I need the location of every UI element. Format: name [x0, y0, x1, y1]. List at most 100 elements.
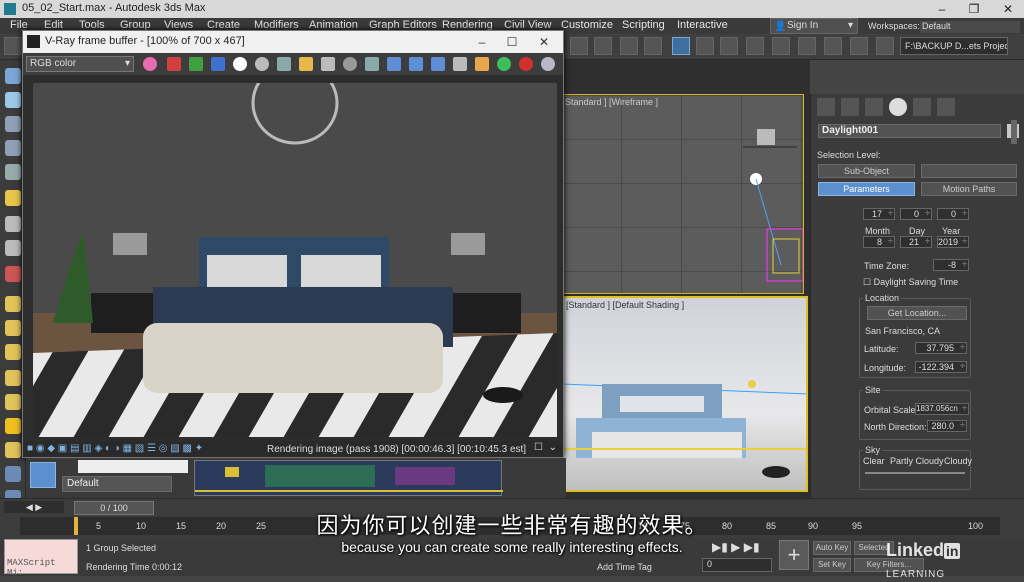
undo-icon[interactable]	[4, 37, 22, 55]
vray-maximize-button[interactable]: ☐	[497, 33, 527, 51]
angle-snap-icon[interactable]	[594, 37, 612, 55]
channel-select[interactable]: RGB color ▾	[26, 56, 134, 72]
curve-editor-icon[interactable]	[696, 37, 714, 55]
display-tab-icon[interactable]	[913, 98, 931, 116]
month-spinner[interactable]: 8	[863, 236, 895, 248]
green-channel-icon[interactable]	[189, 57, 203, 71]
year-spinner[interactable]: 2019	[937, 236, 969, 248]
render-icon[interactable]	[824, 37, 842, 55]
daylight-saving-checkbox[interactable]: ☐ Daylight Saving Time	[863, 277, 958, 288]
mini-curve-editor[interactable]	[194, 460, 503, 496]
orb-icon[interactable]	[5, 442, 21, 458]
vray-frame-buffer-window[interactable]: V-Ray frame buffer - [100% of 700 x 467]…	[22, 30, 564, 458]
region-render-icon[interactable]	[387, 57, 401, 71]
sign-in-dropdown[interactable]: 👤 Sign In ▾	[770, 18, 858, 34]
parameters-button[interactable]: Parameters	[818, 182, 915, 196]
lut-icon[interactable]	[409, 57, 423, 71]
close-button[interactable]: ✕	[992, 0, 1024, 18]
rendered-frame-icon[interactable]	[798, 37, 816, 55]
get-location-button[interactable]: Get Location...	[867, 306, 967, 320]
blue-channel-icon[interactable]	[211, 57, 225, 71]
render-iterative-icon[interactable]	[850, 37, 868, 55]
layer-explorer-icon[interactable]	[672, 37, 690, 55]
sphere-icon[interactable]	[5, 164, 21, 180]
duplicate-icon[interactable]	[343, 57, 357, 71]
list-icon[interactable]	[5, 140, 21, 156]
sky-slider[interactable]	[865, 472, 965, 474]
vray-status-icons[interactable]: ■ ◉ ◆ ▣ ▤ ▥ ◈ ◐ ◑ ▦ ▧ ☰ ◎ ▨ ▩ ✦	[27, 443, 203, 454]
minimize-button[interactable]: –	[926, 0, 958, 18]
grid-layout-icon[interactable]	[30, 462, 56, 488]
longitude-spinner[interactable]: -122.394	[915, 361, 967, 373]
teapot-render-icon[interactable]	[541, 57, 555, 71]
orbital-scale-spinner[interactable]: 1837.056cn	[915, 403, 969, 415]
vray-close-button[interactable]: ✕	[529, 33, 559, 51]
motion-paths-button[interactable]: Motion Paths	[921, 182, 1017, 196]
current-frame-field[interactable]: 0	[702, 558, 772, 572]
workspaces-selector[interactable]: Workspaces: Default	[864, 18, 1024, 34]
add-time-tag[interactable]: Add Time Tag	[597, 562, 652, 572]
red-channel-icon[interactable]	[167, 57, 181, 71]
minute-spinner[interactable]: 0	[900, 208, 932, 220]
sun-icon[interactable]	[5, 418, 21, 434]
mono-icon[interactable]	[255, 57, 269, 71]
color-mode-icon[interactable]	[143, 57, 157, 71]
follow-mouse-icon[interactable]	[365, 57, 379, 71]
ocio-icon[interactable]	[431, 57, 445, 71]
teapot-icon[interactable]	[5, 68, 21, 84]
sub-object-dropdown[interactable]	[921, 164, 1017, 178]
render-region-icon[interactable]	[475, 57, 489, 71]
srgb-icon[interactable]	[453, 57, 467, 71]
camera-icon[interactable]	[5, 216, 21, 232]
create-tab-icon[interactable]	[817, 98, 835, 116]
snap-icon[interactable]	[570, 37, 588, 55]
north-direction-spinner[interactable]: 280.0	[927, 420, 967, 432]
day-spinner[interactable]: 21	[900, 236, 932, 248]
maximize-button[interactable]: ❐	[958, 0, 990, 18]
object-name-field[interactable]: Daylight001	[818, 124, 1001, 138]
project-path[interactable]: F:\BACKUP D...ets Project	[900, 37, 1008, 55]
grid-icon[interactable]	[5, 466, 21, 482]
time-zone-spinner[interactable]: -8	[933, 259, 969, 271]
hierarchy-tab-icon[interactable]	[865, 98, 883, 116]
teapot-primitive-icon[interactable]	[5, 370, 21, 386]
light-icon[interactable]	[5, 190, 21, 206]
vray-minimize-button[interactable]: –	[467, 33, 497, 51]
vray-history-icon[interactable]: ☐	[534, 442, 543, 453]
latitude-spinner[interactable]: 37.795	[915, 342, 967, 354]
half-sphere-icon[interactable]	[5, 320, 21, 336]
box-icon[interactable]	[5, 116, 21, 132]
second-spinner[interactable]: 0	[937, 208, 969, 220]
material-editor-icon[interactable]	[746, 37, 764, 55]
top-viewport[interactable]: Standard ] [Wireframe ]	[560, 94, 804, 294]
hour-spinner[interactable]: 17	[863, 208, 895, 220]
sub-object-button[interactable]: Sub-Object	[818, 164, 915, 178]
set-key-button[interactable]: Set Key	[813, 558, 851, 572]
menu-interactive[interactable]: Interactive	[677, 19, 728, 31]
render-last-icon[interactable]	[497, 57, 511, 71]
clear-image-icon[interactable]	[321, 57, 335, 71]
rendered-image[interactable]	[33, 83, 557, 437]
render-setup-icon[interactable]	[772, 37, 790, 55]
save-image-icon[interactable]	[277, 57, 291, 71]
dummy-icon[interactable]	[5, 240, 21, 256]
cone-icon[interactable]	[5, 394, 21, 410]
menu-scripting[interactable]: Scripting	[622, 19, 665, 31]
modify-tab-icon[interactable]	[841, 98, 859, 116]
utilities-tab-icon[interactable]	[937, 98, 955, 116]
command-panel-scrollbar[interactable]	[1011, 120, 1017, 144]
cloud-icon[interactable]	[5, 92, 21, 108]
layer-search-input[interactable]	[78, 460, 188, 473]
layer-dropdown[interactable]: Default	[62, 476, 172, 492]
vray-toolbar-icon[interactable]	[876, 37, 894, 55]
perspective-viewport[interactable]: [Standard ] [Default Shading ]	[560, 296, 808, 492]
named-selection-icon[interactable]	[620, 37, 638, 55]
plane-icon[interactable]	[5, 296, 21, 312]
vray-titlebar[interactable]: V-Ray frame buffer - [100% of 700 x 467]…	[23, 31, 563, 53]
vray-expand-icon[interactable]: ⌄	[549, 442, 557, 453]
motion-tab-icon[interactable]	[889, 98, 907, 116]
alpha-channel-icon[interactable]	[233, 57, 247, 71]
torus-icon[interactable]	[5, 344, 21, 360]
particle-icon[interactable]	[5, 266, 21, 282]
menu-customize[interactable]: Customize	[561, 19, 613, 31]
